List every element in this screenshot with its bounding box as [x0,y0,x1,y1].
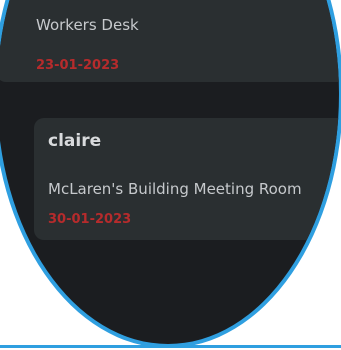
booking-date: 23-01-2023 [36,58,120,73]
booking-location: Workers Desk [36,16,139,34]
booking-list: Workers Desk 23-01-2023 claire McLaren's… [0,0,339,344]
booking-card[interactable]: Workers Desk 23-01-2023 [0,0,339,82]
booking-location: McLaren's Building Meeting Room [48,180,302,198]
booking-card[interactable]: claire McLaren's Building Meeting Room 3… [34,118,339,240]
booking-date: 30-01-2023 [48,212,132,227]
booking-user: claire [48,131,102,151]
magnifier-lens: Workers Desk 23-01-2023 claire McLaren's… [0,0,341,348]
magnifier-stage: Workers Desk 23-01-2023 claire McLaren's… [0,0,341,350]
